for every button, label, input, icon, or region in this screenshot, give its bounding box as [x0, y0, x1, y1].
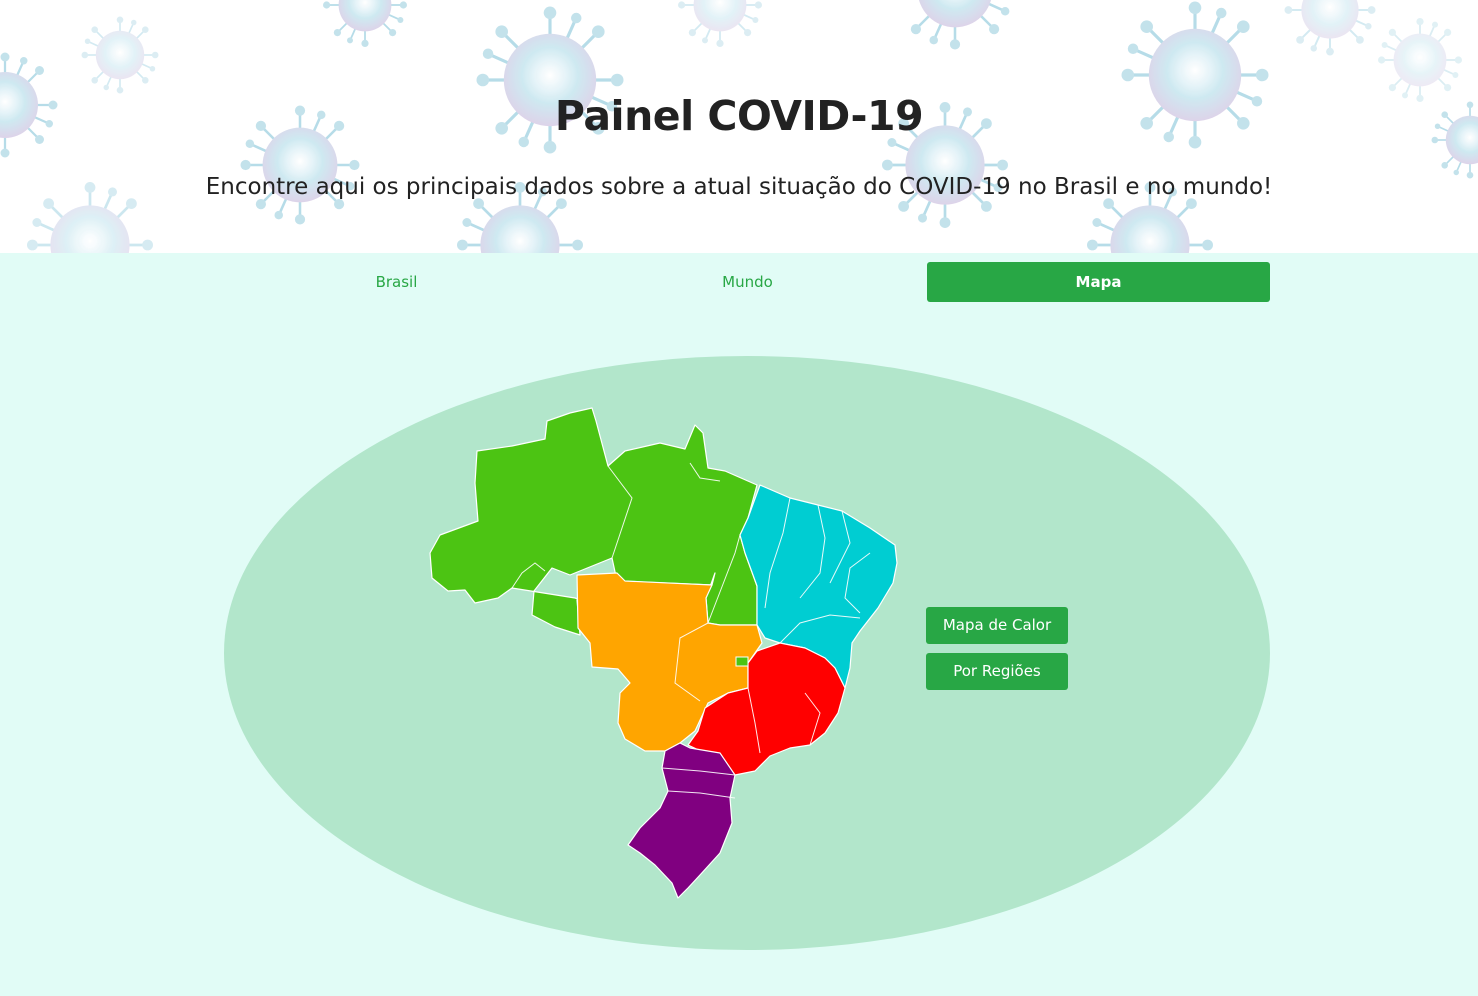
- tab-bar: Brasil Mundo Mapa: [221, 262, 1270, 302]
- map-panel: [224, 356, 1270, 950]
- page-header: Painel COVID-19 Encontre aqui os princip…: [0, 0, 1478, 253]
- heatmap-button[interactable]: Mapa de Calor: [926, 607, 1068, 644]
- distrito-federal[interactable]: [735, 656, 749, 667]
- page-title: Painel COVID-19: [554, 92, 924, 140]
- main-content: Brasil Mundo Mapa Mapa de Calor Por Regi…: [0, 253, 1478, 996]
- regions-button[interactable]: Por Regiões: [926, 653, 1068, 690]
- tab-brasil[interactable]: Brasil: [225, 262, 568, 302]
- page-subtitle: Encontre aqui os principais dados sobre …: [205, 174, 1273, 200]
- tab-mundo[interactable]: Mundo: [576, 262, 919, 302]
- tab-mapa[interactable]: Mapa: [927, 262, 1270, 302]
